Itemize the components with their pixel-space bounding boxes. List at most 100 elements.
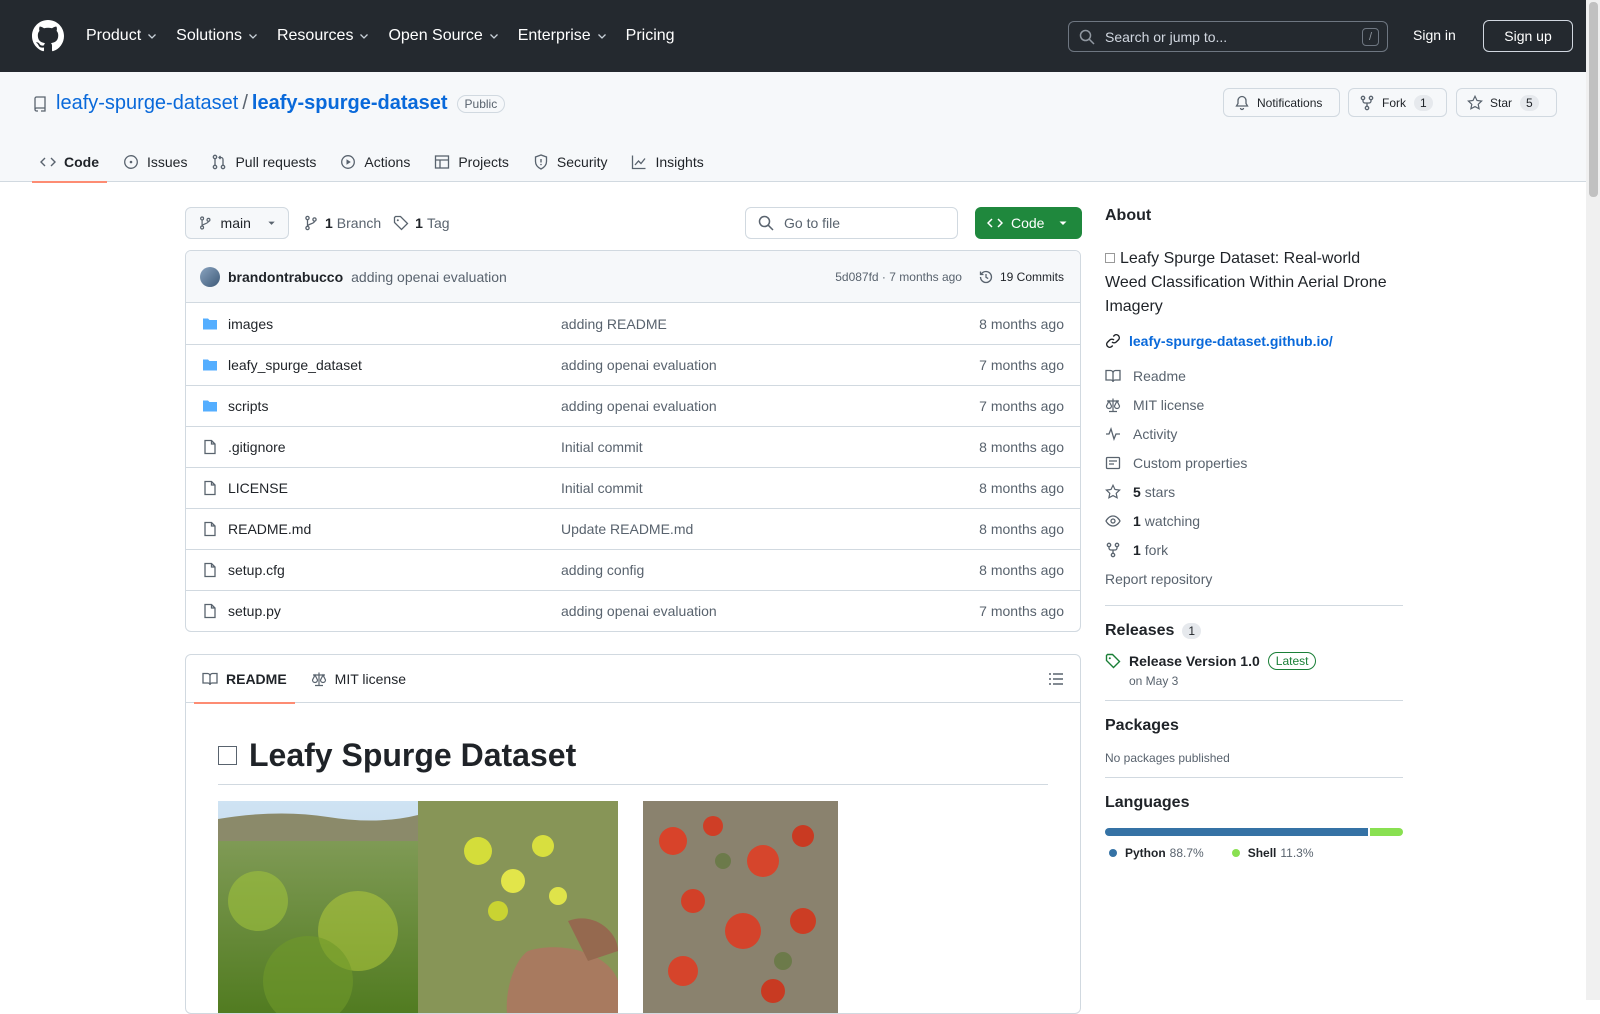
file-commit-message[interactable]: adding openai evaluation: [561, 398, 717, 414]
tab-issues[interactable]: Issues: [115, 141, 195, 182]
repo-name-link[interactable]: leafy-spurge-dataset: [252, 92, 448, 115]
file-row[interactable]: leafy_spurge_dataset adding openai evalua…: [186, 344, 1080, 385]
file-row[interactable]: README.md Update README.md 8 months ago: [186, 508, 1080, 549]
visibility-badge: Public: [456, 94, 506, 113]
readme-title: Leafy Spurge Dataset: [218, 737, 1048, 785]
custom-properties-link[interactable]: Custom properties: [1105, 448, 1403, 477]
nav-solutions[interactable]: Solutions: [176, 27, 259, 45]
stars-link[interactable]: 5 stars: [1105, 477, 1403, 506]
homepage-link[interactable]: leafy-spurge-dataset.github.io/: [1105, 333, 1403, 349]
file-row[interactable]: scripts adding openai evaluation 7 months …: [186, 385, 1080, 426]
file-commit-message[interactable]: Initial commit: [561, 439, 643, 455]
report-repository-link[interactable]: Report repository: [1105, 564, 1403, 593]
graph-icon: [632, 155, 646, 169]
file-name-link[interactable]: scripts: [228, 398, 268, 414]
tab-insights[interactable]: Insights: [623, 141, 711, 182]
file-row[interactable]: images adding README 8 months ago: [186, 303, 1080, 344]
release-item[interactable]: Release Version 1.0 Latest: [1105, 652, 1403, 670]
language-item[interactable]: Shell 11.3%: [1228, 846, 1314, 860]
file-commit-message[interactable]: adding README: [561, 316, 667, 332]
commit-hash-time[interactable]: 5d087fd · 7 months ago: [835, 270, 962, 284]
releases-heading[interactable]: Releases: [1105, 622, 1174, 640]
avatar[interactable]: [200, 266, 220, 287]
pulse-icon: [1106, 426, 1120, 441]
star-button[interactable]: Star 5: [1456, 88, 1557, 117]
nav-pricing[interactable]: Pricing: [626, 27, 675, 45]
tab-license-label: MIT license: [334, 670, 406, 687]
language-legend: Python 88.7% Shell 11.3%: [1105, 846, 1403, 860]
language-name: Python: [1125, 846, 1166, 860]
nav-open-source[interactable]: Open Source: [388, 27, 499, 45]
branch-name: main: [220, 215, 251, 231]
tab-projects[interactable]: Projects: [426, 141, 517, 182]
repo-header: leafy-spurge-dataset / leafy-spurge-data…: [0, 72, 1586, 183]
list-icon[interactable]: [1048, 671, 1064, 687]
readme-images: [218, 801, 1048, 1013]
tab-pull-requests[interactable]: Pull requests: [203, 141, 324, 182]
file-name-link[interactable]: README.md: [228, 521, 311, 537]
file-commit-message[interactable]: adding openai evaluation: [561, 357, 717, 373]
branch-icon: [200, 216, 211, 230]
nav-enterprise[interactable]: Enterprise: [518, 27, 608, 45]
packages-text: No packages published: [1105, 751, 1230, 765]
file-commit-time: 8 months ago: [979, 480, 1064, 496]
activity-link[interactable]: Activity: [1105, 419, 1403, 448]
custom-properties-label: Custom properties: [1133, 454, 1248, 471]
aerial-drone-image: [643, 801, 838, 1013]
tab-readme[interactable]: README: [194, 655, 295, 704]
tab-license[interactable]: MIT license: [303, 655, 414, 703]
file-name-link[interactable]: setup.py: [228, 603, 281, 619]
latest-commit-bar: brandontrabucco adding openai evaluation…: [186, 251, 1080, 303]
file-commit-message[interactable]: Initial commit: [561, 480, 643, 496]
license-link[interactable]: MIT license: [1105, 390, 1403, 419]
file-name-link[interactable]: LICENSE: [228, 480, 288, 496]
readme-link[interactable]: Readme: [1105, 361, 1403, 390]
star-icon: [1105, 483, 1121, 499]
github-logo-icon[interactable]: [32, 20, 64, 52]
repo-owner-link[interactable]: leafy-spurge-dataset: [56, 92, 238, 115]
tags-link[interactable]: Tag: [427, 215, 450, 231]
commits-history-link[interactable]: 19 Commits: [978, 269, 1064, 285]
tab-actions[interactable]: Actions: [332, 141, 418, 182]
star-count: 5: [1520, 94, 1539, 111]
sign-up-button[interactable]: Sign up: [1483, 20, 1573, 52]
notifications-button[interactable]: Notifications: [1223, 88, 1340, 117]
file-commit-message[interactable]: adding openai evaluation: [561, 603, 717, 619]
bell-icon: [1235, 95, 1249, 110]
tab-code[interactable]: Code: [32, 141, 107, 183]
language-item[interactable]: Python 88.7%: [1105, 846, 1204, 860]
scrollbar-thumb[interactable]: [1589, 2, 1598, 197]
file-row[interactable]: LICENSE Initial commit 8 months ago: [186, 467, 1080, 508]
branch-selector[interactable]: main: [185, 207, 289, 239]
forks-link[interactable]: 1 fork: [1105, 535, 1403, 564]
packages-heading[interactable]: Packages: [1105, 717, 1403, 735]
file-row[interactable]: setup.cfg adding config 8 months ago: [186, 549, 1080, 590]
search-icon: [758, 215, 774, 231]
tab-security[interactable]: Security: [525, 141, 616, 182]
search-input[interactable]: Search or jump to... /: [1068, 21, 1388, 52]
nav-product[interactable]: Product: [86, 27, 158, 45]
go-to-file-input[interactable]: Go to file: [745, 207, 958, 239]
file-name-link[interactable]: images: [228, 316, 273, 332]
file-name-link[interactable]: .gitignore: [228, 439, 286, 455]
commit-author[interactable]: brandontrabucco: [228, 269, 343, 285]
nav-resources[interactable]: Resources: [277, 27, 370, 45]
watching-link[interactable]: 1 watching: [1105, 506, 1403, 535]
nav-label: Product: [86, 27, 142, 44]
file-name-link[interactable]: leafy_spurge_dataset: [228, 357, 362, 373]
file-icon: [204, 480, 216, 496]
file-commit-message[interactable]: Update README.md: [561, 521, 693, 537]
law-icon: [311, 672, 326, 686]
file-row[interactable]: setup.py adding openai evaluation 7 months…: [186, 590, 1080, 631]
file-name-link[interactable]: setup.cfg: [228, 562, 285, 578]
commit-message[interactable]: adding openai evaluation: [351, 269, 507, 285]
code-dropdown-button[interactable]: Code: [975, 207, 1082, 239]
file-list: brandontrabucco adding openai evaluation…: [185, 250, 1081, 632]
readme-panel: README MIT license Leafy Spurge Dataset: [185, 654, 1081, 1014]
sign-in-link[interactable]: Sign in: [1413, 27, 1456, 43]
file-row[interactable]: .gitignore Initial commit 8 months ago: [186, 426, 1080, 467]
branches-link[interactable]: Branch: [337, 215, 381, 231]
fork-button[interactable]: Fork 1: [1348, 88, 1447, 117]
file-commit-message[interactable]: adding config: [561, 562, 644, 578]
watching-label: watching: [1144, 512, 1201, 529]
